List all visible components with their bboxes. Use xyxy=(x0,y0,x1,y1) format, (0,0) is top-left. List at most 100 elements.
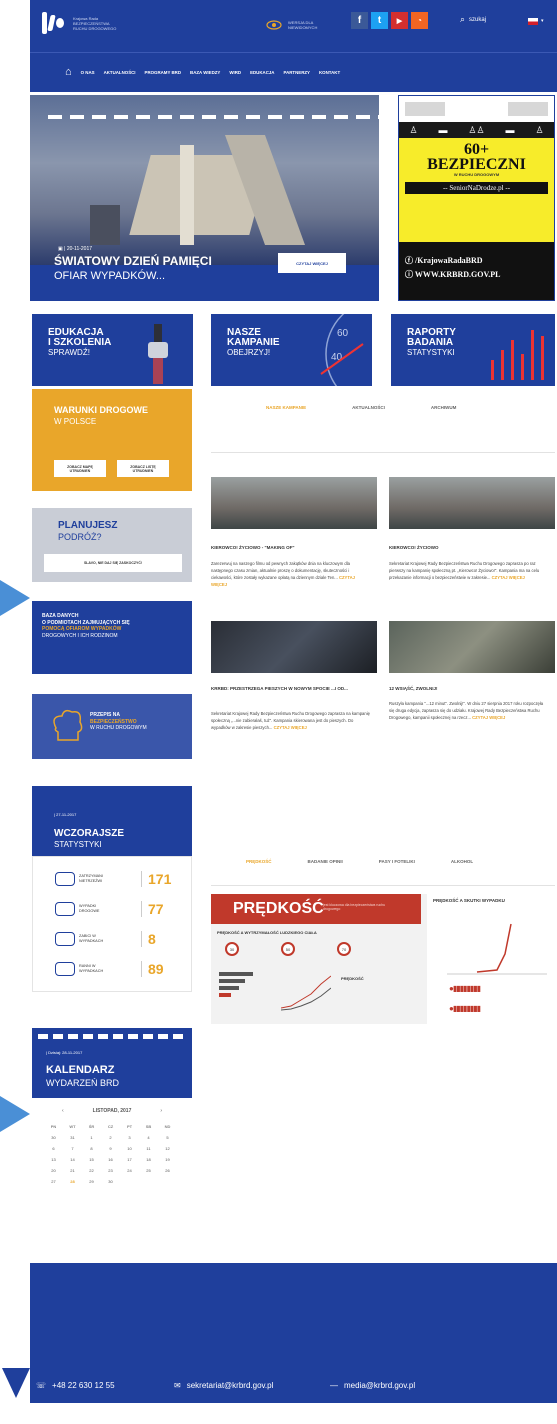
nav-item[interactable]: EDUKACJA xyxy=(250,70,274,75)
nav-item[interactable]: O NAS xyxy=(81,70,95,75)
calendar-day[interactable]: 22 xyxy=(82,1168,101,1173)
speed-infographic[interactable]: PRĘDKOŚĆ jest kluczowa dla bezpieczeństw… xyxy=(211,894,555,1024)
calendar-day[interactable]: 28 xyxy=(63,1179,82,1184)
news-image[interactable] xyxy=(211,621,377,673)
calendar-day[interactable]: 4 xyxy=(139,1135,158,1140)
tab-alcohol[interactable]: ALKOHOL xyxy=(451,859,473,864)
plan-trip-button[interactable]: SLAVO, NIE DAJ SIĘ ZASKOCZYĆ! xyxy=(44,554,182,572)
calendar-day[interactable]: 5 xyxy=(158,1135,177,1140)
search-button[interactable]: ⌕ szukaj xyxy=(460,14,486,25)
tile-campaigns[interactable]: NASZE KAMPANIE OBEJRZYJ! 60 40 xyxy=(211,314,372,386)
calendar-day[interactable]: 23 xyxy=(101,1168,120,1173)
home-icon[interactable]: ⌂ xyxy=(65,66,72,78)
calendar-day[interactable]: 10 xyxy=(120,1146,139,1151)
calendar-day[interactable]: 27 xyxy=(44,1179,63,1184)
footer-link[interactable]: KRAJOWA RADA BRD xyxy=(156,1419,278,1424)
accessibility-link[interactable]: WERSJA DLA NIEWIDOMYCH xyxy=(266,20,317,30)
next-month-button[interactable]: › xyxy=(160,1108,162,1114)
calendar-day[interactable] xyxy=(158,1179,177,1184)
calendar-day[interactable]: 7 xyxy=(63,1146,82,1151)
mail-icon: ✉ xyxy=(174,1381,181,1390)
calendar-sub: WYDARZEŃ BRD xyxy=(46,1078,120,1088)
senior-ad-banner[interactable]: ♙ ▬ ♙♙ ▬ ♙ 60+ BEZPIECZNI W RUCHU DROGOWYM --… xyxy=(398,95,555,301)
calendar-day[interactable]: 2 xyxy=(101,1135,120,1140)
news-title[interactable]: KIEROWCO! ŻYCIOWO - "MAKING OF" xyxy=(211,545,295,550)
weekday-label: PT xyxy=(126,1124,133,1129)
tab-campaigns[interactable]: NASZE KAMPANIE xyxy=(266,405,306,410)
calendar-day[interactable]: 13 xyxy=(44,1157,63,1162)
read-more-link[interactable]: CZYTAJ WIĘCEJ xyxy=(492,575,525,580)
recipe-safety-box[interactable]: PRZEPIS NA BEZPIECZEŃSTWO W RUCHU DROGOW… xyxy=(32,694,192,759)
calendar-day[interactable]: 6 xyxy=(44,1146,63,1151)
weekday-label: ND xyxy=(164,1124,171,1129)
map-button[interactable]: ZOBACZ MAPĘ UTRUDNIEŃ xyxy=(54,460,106,477)
calendar-day[interactable]: 21 xyxy=(63,1168,82,1173)
tab-survey[interactable]: BADANIE OPINII xyxy=(308,859,343,864)
prev-month-button[interactable]: ‹ xyxy=(62,1108,64,1114)
news-image[interactable] xyxy=(211,477,377,529)
pointer-arrow-icon xyxy=(0,580,30,616)
news-title[interactable]: KIEROWCO! ŻYCIOWO xyxy=(389,545,439,550)
weekday-label: CZ xyxy=(107,1124,114,1129)
site-logo[interactable]: Krajowa Rada BEZPIECZEŃSTWA RUCHU DROGOW… xyxy=(42,12,128,34)
footer-link[interactable]: MATERIAŁY DLA MEDIÓW xyxy=(400,1419,522,1424)
calendar-day[interactable]: 29 xyxy=(82,1179,101,1184)
nav-item[interactable]: WIRD xyxy=(229,70,241,75)
tab-archive[interactable]: ARCHIWUM xyxy=(431,405,457,410)
calendar-day[interactable]: 14 xyxy=(63,1157,82,1162)
nav-item[interactable]: KONTAKT xyxy=(319,70,340,75)
language-flag-pl-icon[interactable] xyxy=(528,18,538,25)
rss-icon[interactable]: ◔ xyxy=(411,12,428,29)
twitter-icon[interactable]: t xyxy=(371,12,388,29)
nav-item[interactable]: PROGRAMY BRD xyxy=(145,70,182,75)
nav-item[interactable]: AKTUALNOŚCI xyxy=(104,70,136,75)
news-image[interactable] xyxy=(389,621,555,673)
calendar-day[interactable]: 24 xyxy=(120,1168,139,1173)
calendar-day[interactable]: 31 xyxy=(63,1135,82,1140)
tile-reports[interactable]: RAPORTY BADANIA STATYSTYKI xyxy=(391,314,555,386)
calendar-day[interactable]: 18 xyxy=(139,1157,158,1162)
calendar-day[interactable]: 16 xyxy=(101,1157,120,1162)
nav-item[interactable]: BAZA WIEDZY xyxy=(190,70,220,75)
read-more-button[interactable]: CZYTAJ WIĘCEJ xyxy=(278,253,346,273)
facebook-icon[interactable]: f xyxy=(351,12,368,29)
victims-database-box[interactable]: BAZA DANYCH O PODMIOTACH ZAJMUJĄCYCH SIĘ… xyxy=(32,601,192,674)
calendar-day[interactable]: 30 xyxy=(101,1179,120,1184)
tab-belts[interactable]: PASY I FOTELIKI xyxy=(379,859,415,864)
calendar-day[interactable]: 25 xyxy=(139,1168,158,1173)
nav-item[interactable]: PARTNERZY xyxy=(283,70,310,75)
slide-title[interactable]: ŚWIATOWY DZIEŃ PAMIĘCI xyxy=(54,254,212,268)
footer-phone[interactable]: ☏ +48 22 630 12 55 xyxy=(36,1381,115,1390)
calendar-day[interactable]: 30 xyxy=(44,1135,63,1140)
calendar-day[interactable]: 3 xyxy=(120,1135,139,1140)
calendar-day[interactable] xyxy=(139,1179,158,1184)
calendar-day[interactable]: 17 xyxy=(120,1157,139,1162)
calendar-day[interactable] xyxy=(120,1179,139,1184)
news-image[interactable] xyxy=(389,477,555,529)
list-button[interactable]: ZOBACZ LISTĘ UTRUDNIEŃ xyxy=(117,460,169,477)
news-title[interactable]: KRRBD: PRZESTRZEGA PIESZYCH W NOWYM SPOC… xyxy=(211,686,377,691)
youtube-icon[interactable]: ▶ xyxy=(391,12,408,29)
tab-news[interactable]: AKTUALNOŚCI xyxy=(352,405,385,410)
calendar-day[interactable]: 12 xyxy=(158,1146,177,1151)
calendar-day[interactable]: 11 xyxy=(139,1146,158,1151)
footer-link[interactable]: WARTO WIEDZIEĆ xyxy=(278,1419,400,1424)
chevron-down-icon[interactable]: ▾ xyxy=(541,18,544,24)
calendar-day[interactable]: 26 xyxy=(158,1168,177,1173)
footer-link[interactable]: SEKRETARIAT xyxy=(34,1419,156,1424)
calendar-day[interactable]: 9 xyxy=(101,1146,120,1151)
calendar-day[interactable]: 1 xyxy=(82,1135,101,1140)
footer-email[interactable]: ✉ sekretariat@krbrd.gov.pl xyxy=(174,1381,273,1390)
footer-media[interactable]: — media@krbrd.gov.pl xyxy=(330,1381,415,1390)
calendar-day[interactable]: 19 xyxy=(158,1157,177,1162)
calendar-day[interactable]: 15 xyxy=(82,1157,101,1162)
read-more-link[interactable]: CZYTAJ WIĘCEJ xyxy=(274,725,307,730)
injured-icon xyxy=(55,962,75,976)
tab-speed[interactable]: PRĘDKOŚĆ xyxy=(246,859,272,864)
tile-education[interactable]: EDUKACJA I SZKOLENIA SPRAWDŹ! xyxy=(32,314,193,386)
calendar-day[interactable]: 20 xyxy=(44,1168,63,1173)
read-more-link[interactable]: CZYTAJ WIĘCEJ xyxy=(472,715,505,720)
calendar-day[interactable]: 8 xyxy=(82,1146,101,1151)
news-title[interactable]: 12 WSIĄŚĆ, ZWOLNIJ! xyxy=(389,686,438,691)
stats-list: ZATRZYMANI NIETRZEŹWI 171 WYPADKI DROGOWE… xyxy=(32,856,192,992)
